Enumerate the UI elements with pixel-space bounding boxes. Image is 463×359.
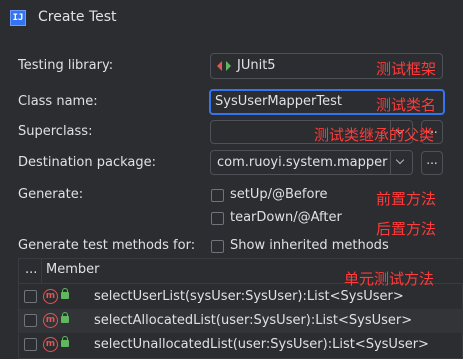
lock-icon [61,288,69,299]
annotation-class-name: 测试类名 [376,96,437,114]
method-signature: selectAllocatedList(user:SysUser):List<S… [94,313,413,328]
generate-label: Generate: [18,187,84,202]
method-icon: m [43,337,58,352]
table-header-member[interactable]: Member [46,262,99,277]
annotation-library: 测试框架 [376,60,437,78]
method-icon: m [43,313,58,328]
annotation-methods: 单元测试方法 [344,270,435,288]
lock-icon [61,336,69,347]
junit-icon [217,61,231,71]
destination-package-more-button[interactable]: ... [421,151,443,175]
class-name-value: SysUserMapperTest [215,94,342,109]
show-inherited-label: Show inherited methods [230,238,389,253]
method-signature: selectUnallocatedList(user:SysUser):List… [94,337,429,352]
destination-package-label: Destination package: [18,155,156,170]
setup-label: setUp/@Before [230,187,328,202]
table-row[interactable]: m selectAllocatedList(user:SysUser):List… [19,309,463,333]
title-bar: IJ Create Test [0,0,463,36]
testing-library-label: Testing library: [18,58,114,73]
annotation-before: 前置方法 [376,190,437,208]
generate-methods-label: Generate test methods for: [18,238,196,253]
testing-library-value: JUnit5 [237,58,276,73]
superclass-label: Superclass: [18,124,93,139]
row-checkbox[interactable] [24,290,37,303]
teardown-checkbox[interactable] [211,212,224,225]
row-checkbox[interactable] [24,338,37,351]
teardown-label: tearDown/@After [230,210,342,225]
destination-package-value: com.ruoyi.system.mapper [217,155,388,170]
annotation-superclass: 测试类继承的父类 [314,126,435,144]
class-name-label: Class name: [18,94,98,109]
annotation-after: 后置方法 [376,220,437,238]
row-checkbox[interactable] [24,314,37,327]
header-divider [41,259,42,283]
lock-icon [61,312,69,323]
intellij-icon: IJ [10,10,26,26]
table-row[interactable]: m selectUnallocatedList(user:SysUser):Li… [19,333,463,357]
destination-package-dropdown-icon[interactable] [390,150,412,174]
destination-package-select[interactable]: com.ruoyi.system.mapper [210,150,413,175]
method-icon: m [43,289,58,304]
method-signature: selectUserList(sysUser:SysUser):List<Sys… [94,289,404,304]
show-inherited-checkbox[interactable] [211,240,224,253]
table-header-ellipsis[interactable]: ... [25,262,37,277]
setup-checkbox[interactable] [211,189,224,202]
window-title: Create Test [38,9,117,25]
